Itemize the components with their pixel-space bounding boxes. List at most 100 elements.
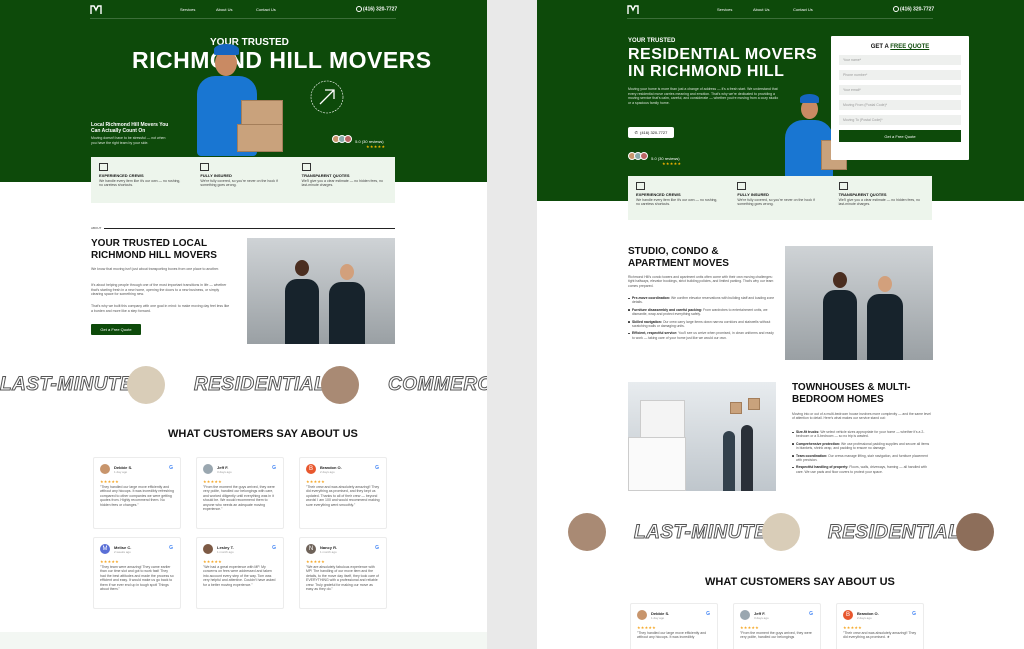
townhouse-intro: Moving into or out of a multi-bedroom ho… [792,412,931,421]
review-card: Jeff F. 3 days ago G ★★★★★ "From the mom… [196,457,284,529]
top-nav: Services About Us Contact Us (416) 320-7… [0,5,487,17]
nav-services[interactable]: Services [717,7,732,12]
quote-form: GET A FREE QUOTE Your name* Phone number… [831,36,969,160]
left-page: Services About Us Contact Us (416) 320-7… [0,0,487,649]
mover-head [295,260,309,276]
marquee-photo [321,366,359,404]
review-stars: ★★★★★ [203,479,222,484]
quote-title-link: FREE QUOTE [890,44,930,50]
logo-icon[interactable] [627,5,639,15]
mover-figure [867,294,903,360]
document-icon [301,163,311,171]
feature-experienced: EXPERIENCED CREWS We handle every item l… [628,176,729,220]
nav-phone[interactable]: (416) 320-7727 [356,6,397,12]
bullet-item: Pre-move coordination: We confirm elevat… [628,296,776,305]
review-text: "From the moment the guys arrived, they … [203,485,275,512]
review-stars: ★★★★★ [100,559,119,564]
hero-title-line2: IN RICHMOND HILL [628,63,785,80]
nav-contact[interactable]: Contact Us [793,7,813,12]
moving-box [237,124,283,152]
about-paragraph-1: We know that moving isn't just about tra… [91,267,220,271]
mover-figure [723,431,735,491]
feature-title: FULLY INSURED [737,192,769,197]
top-nav: Services About Us Contact Us (416) 320-7… [537,5,1024,17]
review-card: Debbie S. 1 day ago G ★★★★★ "They handle… [93,457,181,529]
studio-intro: Richmond Hill's condo towers and apartme… [628,275,774,288]
phone-icon [893,6,899,12]
phone-field[interactable]: Phone number* [839,70,961,80]
about-quote-button[interactable]: Get a Free Quote [91,324,141,335]
nav-divider [90,18,396,19]
quote-submit-button[interactable]: Get a Free Quote [839,130,961,142]
review-date: 3 days ago [217,470,232,474]
rating-stars: ★★★★★ [662,161,682,166]
review-card: Debbie S. 1 day ago G ★★★★★ "They handle… [630,603,718,649]
review-card: M Melise C. 2 weeks ago G ★★★★★ "They te… [93,537,181,609]
review-stars: ★★★★★ [100,479,119,484]
nav-phone[interactable]: (416) 320-7727 [893,6,934,12]
quote-title: GET A FREE QUOTE [839,44,961,50]
movers-van-photo [785,246,933,360]
studio-title: STUDIO, CONDO & APARTMENT MOVES [628,246,729,269]
google-icon: G [272,545,276,551]
review-stars: ★★★★★ [843,625,862,630]
google-icon: G [706,611,710,617]
review-text: "Their crew and was absolutely amazing!!… [843,631,917,640]
nav-services[interactable]: Services [180,7,195,12]
hero-description: Moving doesn't have to be stressful — no… [91,136,166,145]
hero-section: Services About Us Contact Us (416) 320-7… [0,0,487,182]
nav-divider [627,18,933,19]
feature-title: FULLY INSURED [200,173,232,178]
feature-title: TRANSPARENT QUOTES [838,192,887,197]
avatar [100,464,110,474]
nav-contact[interactable]: Contact Us [256,7,276,12]
mover-figure [741,425,753,491]
review-text: "From the moment the guys arrived, they … [740,631,812,640]
footer-strip [0,632,487,649]
avatar: N [306,544,316,554]
avatar: B [306,464,316,474]
bullet-item: Comprehensive protection: We use profess… [792,442,932,451]
marquee-residential: RESIDENTIAL [193,374,327,396]
feature-desc: We'll give you a clear estimate — no hid… [301,179,383,188]
moving-to-field[interactable]: Moving To (Postal Code)* [839,115,961,125]
bullet-item: Efficient, respectful service: You'll se… [628,331,776,340]
marquee-last-minute: LAST-MINUTE [633,522,768,544]
moving-box [241,100,283,125]
phone-icon [356,6,362,12]
feature-title: EXPERIENCED CREWS [636,192,681,197]
about-label: ABOUT [91,226,102,230]
feature-desc: We handle every item like it's our own —… [636,198,718,207]
phone-button-label: (416) 320-7727 [640,130,668,135]
moving-from-field[interactable]: Moving From (Postal Code)* [839,100,961,110]
review-card: B Brandon O. 2 days ago G ★★★★★ "Their c… [836,603,924,649]
google-icon: G [375,465,379,471]
hero-rating: 5.0 (30 reviews) ★★★★★ [332,135,385,149]
mover-figure [285,279,319,344]
nav-about[interactable]: About Us [216,7,232,12]
nav-about[interactable]: About Us [753,7,769,12]
google-icon: G [272,465,276,471]
marquee-commercial: COMMERCIAL [388,374,487,396]
scroll-arrow-icon[interactable] [308,78,346,116]
review-stars: ★★★★★ [306,479,325,484]
review-date: 2 days ago [857,616,872,620]
bullet-item: Size-fit trucks: We select vehicle sizes… [792,430,932,439]
name-field[interactable]: Your name* [839,55,961,65]
reviewer-avatars [628,152,648,161]
review-text: "Their crew and was absolutely amazing!!… [306,485,380,507]
logo-icon[interactable] [90,5,102,15]
moving-box [730,402,742,414]
review-card: B Brandon O. 2 days ago G ★★★★★ "Their c… [299,457,387,529]
review-date: 1 day ago [114,470,128,474]
mover-head [878,276,892,292]
phone-icon: ✆ [634,130,638,135]
google-icon: G [912,611,916,617]
bullet-item: Skilled navigation: Our crew carry large… [628,320,776,329]
email-field[interactable]: Your email* [839,85,961,95]
moving-box [640,400,685,438]
feature-insured: FULLY INSURED We're fully covered, so yo… [729,176,830,220]
townhouse-title: TOWNHOUSES & MULTI-BEDROOM HOMES [792,382,911,405]
features-bar: EXPERIENCED CREWS We handle every item l… [628,176,932,220]
hero-phone-button[interactable]: ✆ (416) 320-7727 [628,127,674,138]
